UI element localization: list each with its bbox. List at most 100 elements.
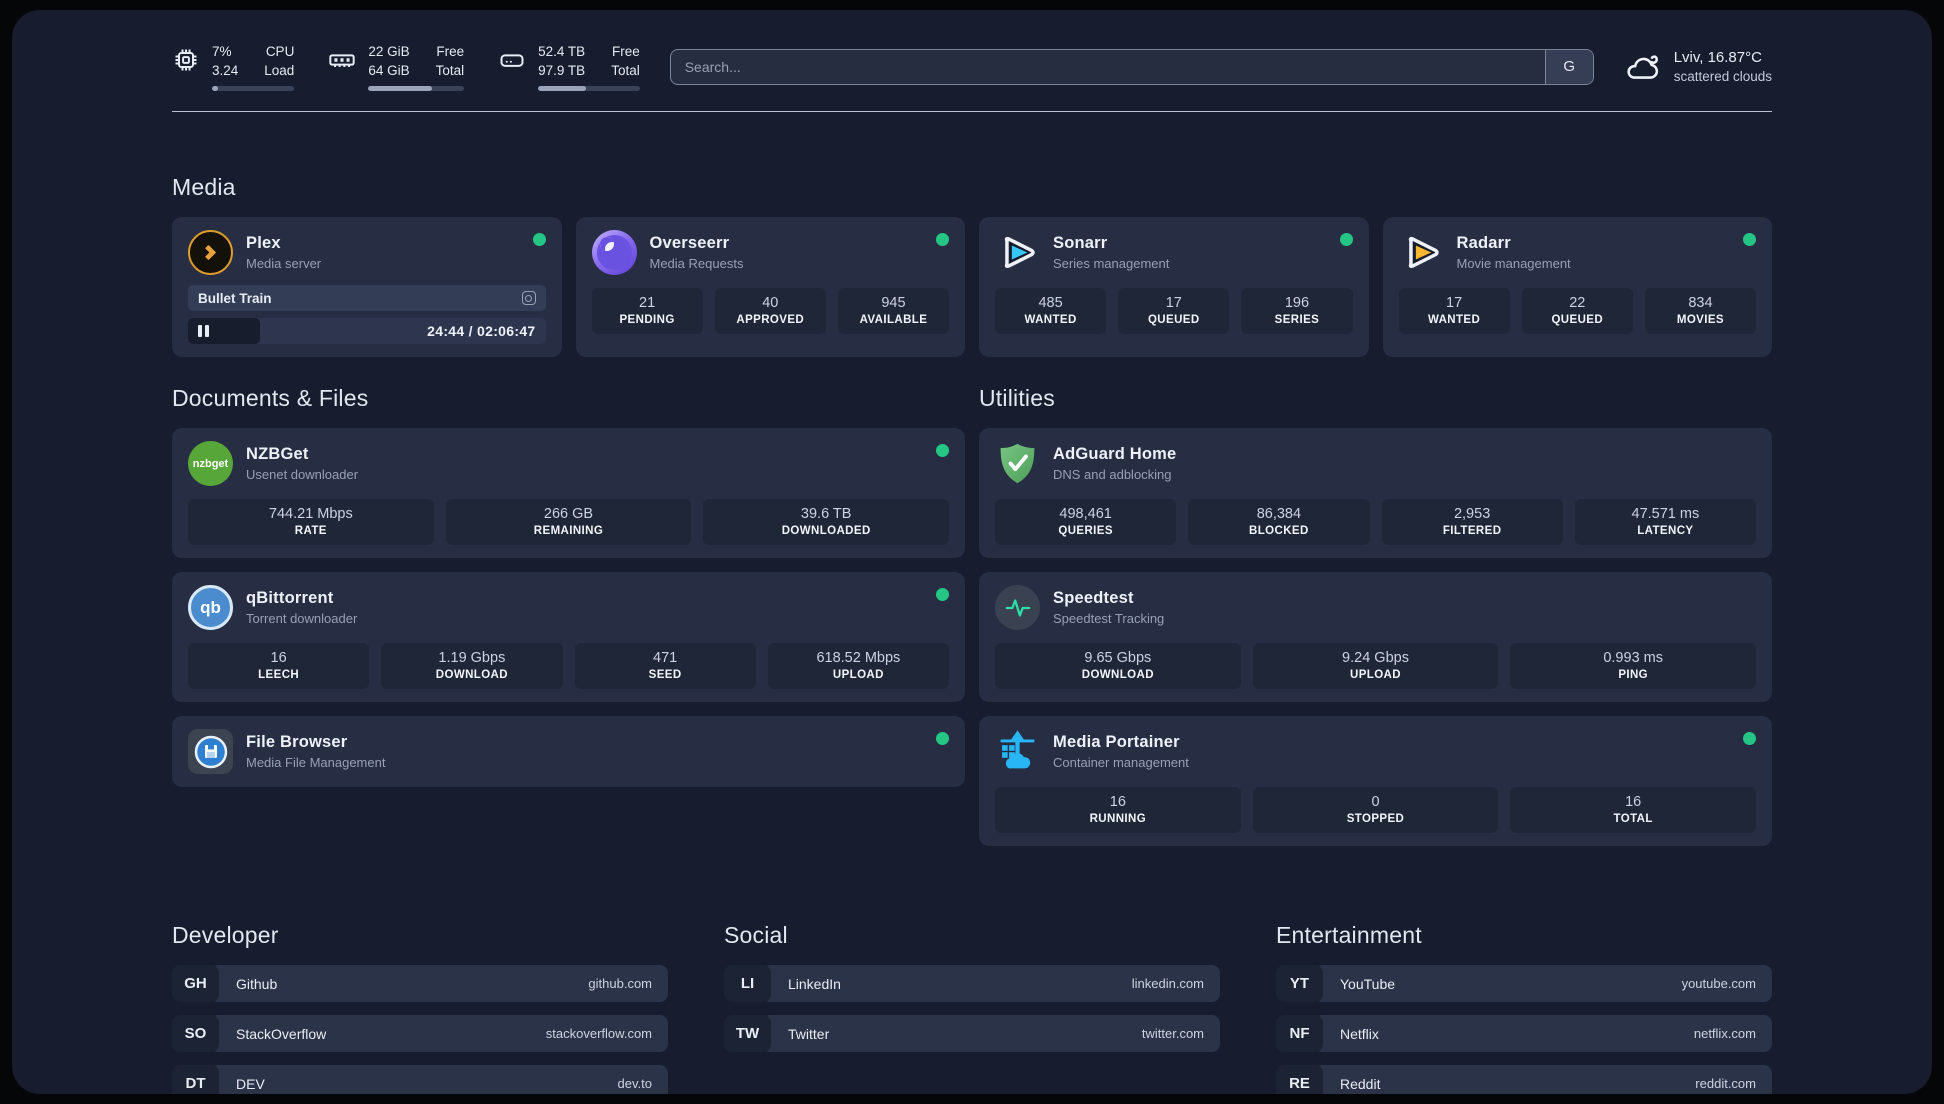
stat-tile: 834 MOVIES [1644, 288, 1757, 334]
stat-tile: 17 WANTED [1398, 288, 1510, 334]
bookmark-abbr: NF [1276, 1015, 1323, 1052]
status-dot [936, 233, 949, 246]
app-card-filebrowser[interactable]: File Browser Media File Management [172, 716, 965, 787]
section-documents: Documents & Files nzbget NZBGet Usenet d… [172, 385, 965, 787]
status-dot [936, 732, 949, 745]
status-dot [936, 588, 949, 601]
app-description: DNS and adblocking [1053, 467, 1172, 482]
cpu-percent: 7% [212, 44, 232, 59]
playback-progress-bar[interactable]: 24:44 / 02:06:47 [188, 318, 546, 344]
app-card-plex[interactable]: Plex Media server Bullet Train 24:44 / 0… [172, 217, 562, 357]
app-name: AdGuard Home [1053, 445, 1177, 463]
status-dot [1743, 732, 1756, 745]
storage-free-label: Free [611, 44, 640, 59]
bookmark-netflix[interactable]: NF Netflix netflix.com [1276, 1015, 1772, 1052]
app-description: Speedtest Tracking [1053, 611, 1165, 626]
app-card-nzbget[interactable]: nzbget NZBGet Usenet downloader 744.21 M… [172, 428, 965, 558]
bookmark-abbr: DT [172, 1065, 219, 1094]
app-name: Plex [246, 234, 281, 252]
app-card-radarr[interactable]: Radarr Movie management 17 WANTED 22 QUE… [1382, 217, 1772, 357]
memory-total-value: 64 GiB [368, 63, 410, 78]
memory-free-value: 22 GiB [368, 44, 410, 59]
bookmark-url: reddit.com [1695, 1076, 1756, 1091]
app-name: Media Portainer [1053, 733, 1180, 751]
app-description: Media Requests [649, 256, 744, 271]
bookmark-github[interactable]: GH Github github.com [172, 965, 668, 1002]
cloud-icon [1624, 52, 1662, 82]
app-name: Sonarr [1053, 234, 1108, 252]
section-developer: Developer GH Github github.com SO StackO… [172, 922, 668, 1094]
memory-progress-bar [368, 86, 465, 91]
section-title-developer: Developer [172, 922, 279, 948]
app-card-overseerr[interactable]: Overseerr Media Requests 21 PENDING 40 A… [575, 217, 965, 357]
bookmark-youtube[interactable]: YT YouTube youtube.com [1276, 965, 1772, 1002]
playback-time: 24:44 / 02:06:47 [427, 323, 536, 339]
bookmark-dev[interactable]: DT DEV dev.to [172, 1065, 668, 1094]
cpu-load-value: 3.24 [212, 63, 239, 78]
bookmark-name: LinkedIn [788, 975, 841, 992]
section-social: Social LI LinkedIn linkedin.com TW Twitt… [724, 922, 1220, 1094]
bookmark-stackoverflow[interactable]: SO StackOverflow stackoverflow.com [172, 1015, 668, 1052]
stat-tile: 40 APPROVED [714, 288, 826, 334]
bookmark-linkedin[interactable]: LI LinkedIn linkedin.com [724, 965, 1220, 1002]
session-device-icon [521, 291, 536, 305]
weather-location: Lviv, 16.87°C [1673, 48, 1762, 66]
filebrowser-logo-icon [188, 729, 233, 774]
app-description: Movie management [1456, 256, 1571, 271]
status-dot [532, 233, 546, 246]
cpu-widget: 7% 3.24 CPU Load [172, 42, 295, 91]
app-card-qbittorrent[interactable]: qb qBittorrent Torrent downloader 16 LEE… [172, 572, 965, 702]
qbittorrent-logo-icon: qb [188, 585, 233, 630]
header-divider [172, 111, 1772, 112]
weather-widget: Lviv, 16.87°C scattered clouds [1624, 48, 1772, 86]
bookmark-url: linkedin.com [1131, 976, 1204, 991]
storage-widget: 52.4 TB 97.9 TB Free Total [498, 42, 640, 91]
stat-tile: 0.993 ms PING [1510, 643, 1757, 689]
stat-tile: 16 LEECH [188, 643, 370, 689]
bookmark-abbr: SO [172, 1015, 219, 1052]
stat-tile: 17 QUEUED [1118, 288, 1230, 334]
search-input[interactable] [670, 49, 1545, 84]
radarr-logo-icon [1399, 230, 1444, 275]
stat-tile: 16 RUNNING [995, 787, 1241, 833]
stat-tile: 2,953 FILTERED [1381, 499, 1563, 545]
speedtest-logo-icon [995, 585, 1040, 630]
bookmark-reddit[interactable]: RE Reddit reddit.com [1276, 1065, 1772, 1094]
section-title-social: Social [724, 922, 788, 948]
stat-tile: 498,461 QUERIES [995, 499, 1177, 545]
memory-widget: 22 GiB 64 GiB Free Total [328, 42, 465, 91]
app-card-sonarr[interactable]: Sonarr Series management 485 WANTED 17 Q… [979, 217, 1369, 357]
storage-free-value: 52.4 TB [538, 44, 586, 59]
app-description: Container management [1053, 755, 1189, 770]
stat-tile: 744.21 Mbps RATE [188, 499, 434, 545]
top-bar: 7% 3.24 CPU Load 22 GiB 64 GiB Free Tota… [12, 10, 1932, 91]
bookmark-abbr: TW [724, 1015, 771, 1052]
bookmark-name: Github [236, 975, 278, 992]
sonarr-logo-icon [995, 230, 1040, 275]
stat-tile: 266 GB REMAINING [445, 499, 692, 545]
stat-tile: 471 SEED [574, 643, 756, 689]
app-name: qBittorrent [246, 589, 334, 607]
pause-icon[interactable] [198, 325, 209, 337]
stat-tile: 39.6 TB DOWNLOADED [703, 499, 950, 545]
bookmark-name: Reddit [1340, 1075, 1381, 1092]
bookmark-url: twitter.com [1141, 1026, 1204, 1041]
cpu-label: CPU [265, 44, 295, 59]
bookmark-url: netflix.com [1693, 1026, 1756, 1041]
bookmark-abbr: YT [1276, 965, 1323, 1002]
status-dot [936, 444, 949, 457]
app-card-portainer[interactable]: Media Portainer Container management 16 … [979, 716, 1772, 846]
adguard-logo-icon [995, 441, 1040, 486]
search-engine-button[interactable]: G [1544, 49, 1593, 84]
memory-free-label: Free [436, 44, 465, 59]
bookmark-abbr: LI [724, 965, 771, 1002]
section-entertainment: Entertainment YT YouTube youtube.com NF … [1276, 922, 1772, 1094]
app-name: NZBGet [246, 445, 309, 463]
stat-tile: 9.24 Gbps UPLOAD [1252, 643, 1499, 689]
app-card-speedtest[interactable]: Speedtest Speedtest Tracking 9.65 Gbps D… [979, 572, 1772, 702]
app-description: Series management [1053, 256, 1170, 271]
bookmark-name: DEV [236, 1075, 265, 1092]
app-card-adguard[interactable]: AdGuard Home DNS and adblocking 498,461 … [979, 428, 1772, 558]
app-description: Media File Management [246, 755, 386, 770]
bookmark-twitter[interactable]: TW Twitter twitter.com [724, 1015, 1220, 1052]
